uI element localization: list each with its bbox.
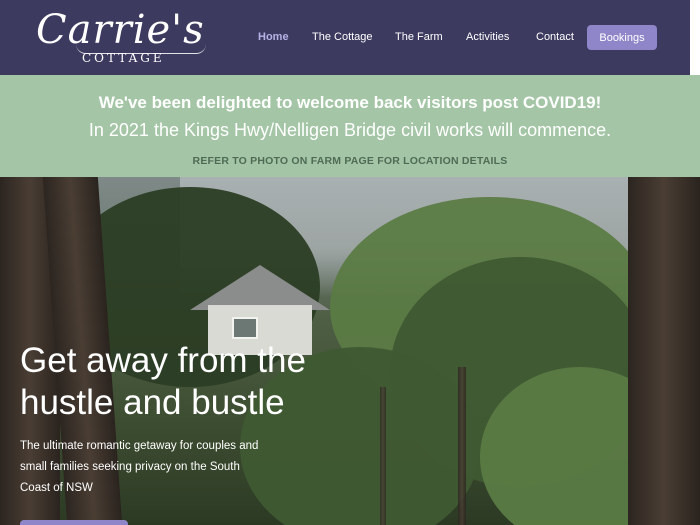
scrollbar-track[interactable]: [690, 0, 700, 75]
cottage-window: [232, 317, 258, 339]
farm-page-location-link[interactable]: REFER TO PHOTO ON FARM PAGE FOR LOCATION…: [0, 155, 700, 167]
hero-title-line: Get away from the: [20, 341, 306, 380]
cottage-roof: [190, 265, 330, 310]
notice-subheading: In 2021 the Kings Hwy/Nelligen Bridge ci…: [88, 120, 612, 140]
nav-item-home[interactable]: Home: [258, 30, 289, 44]
hero-title: Get away from the hustle and bustle: [20, 340, 350, 424]
hero-tree-trunk: [380, 387, 386, 525]
nav-item-contact[interactable]: Contact: [536, 30, 574, 44]
hero-cta-button[interactable]: [20, 520, 128, 525]
site-logo[interactable]: Carrie's COTTAGE: [36, 8, 206, 68]
hero-title-line: hustle and bustle: [20, 383, 285, 422]
site-header: Carrie's COTTAGE Home The Cottage The Fa…: [0, 0, 700, 75]
nav-item-activities[interactable]: Activities: [466, 30, 509, 44]
hero-tree-trunk: [628, 177, 700, 525]
hero-description: The ultimate romantic getaway for couple…: [20, 440, 259, 494]
notice-heading: We've been delighted to welcome back vis…: [98, 93, 602, 112]
bookings-button[interactable]: Bookings: [587, 25, 657, 50]
nav-item-the-cottage[interactable]: The Cottage: [312, 30, 373, 44]
logo-subtitle: COTTAGE: [82, 51, 165, 65]
hero-tree-trunk: [458, 367, 466, 525]
nav-item-the-farm[interactable]: The Farm: [395, 30, 443, 44]
